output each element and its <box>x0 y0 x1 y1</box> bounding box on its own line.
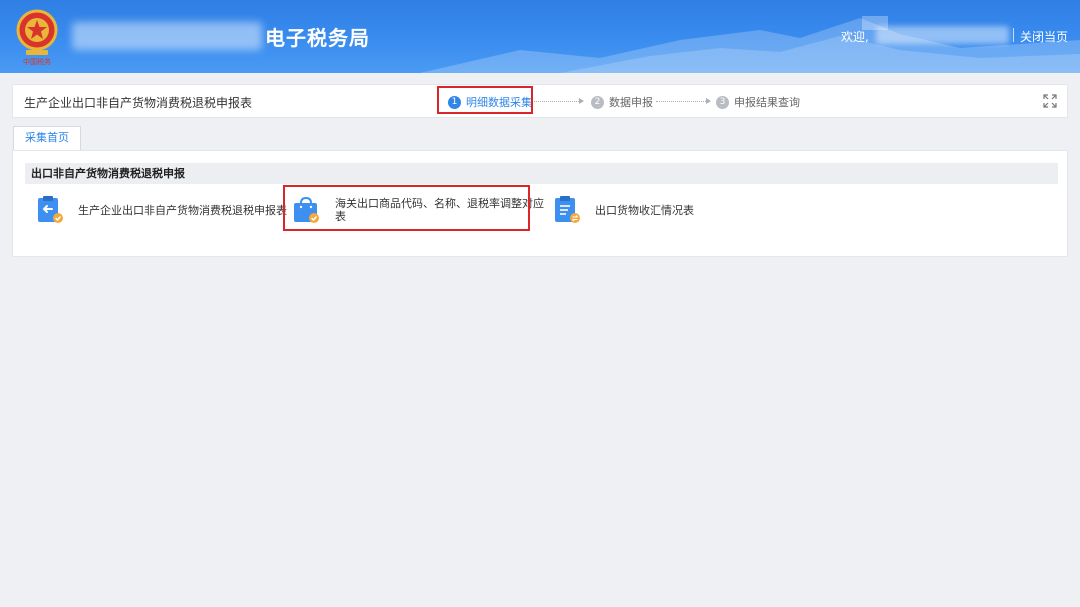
org-name-redacted <box>72 22 262 50</box>
svg-text:中国税务: 中国税务 <box>23 57 51 66</box>
step-bar: 生产企业出口非自产货物消费税退税申报表 1 明细数据采集 2 数据申报 3 申报… <box>12 84 1068 118</box>
tax-emblem-icon: 中国税务 <box>16 9 58 66</box>
step-data-declaration[interactable]: 2 数据申报 <box>591 94 653 110</box>
section-title: 出口非自产货物消费税退税申报 <box>25 163 1058 184</box>
step-connector <box>534 101 579 102</box>
step-arrow-icon <box>706 98 711 104</box>
step-result-query[interactable]: 3 申报结果查询 <box>716 94 800 110</box>
site-title: 电子税务局 <box>265 26 370 50</box>
close-page-link[interactable]: 关闭当页 <box>1020 28 1068 45</box>
tab-collection-home[interactable]: 采集首页 <box>13 126 81 150</box>
item-non-self-produced-goods-declaration[interactable]: 生产企业出口非自产货物消费税退税申报表 <box>35 191 287 231</box>
item-label: 出口货物收汇情况表 <box>595 204 694 217</box>
clipboard-exchange-icon <box>555 196 580 223</box>
item-export-receipts-status[interactable]: 出口货物收汇情况表 <box>552 191 732 231</box>
fullscreen-expand-icon[interactable] <box>1043 94 1057 108</box>
item-highlight-box <box>283 185 530 231</box>
step-highlight-box <box>437 86 533 114</box>
item-label: 生产企业出口非自产货物消费税退税申报表 <box>78 204 287 217</box>
form-title: 生产企业出口非自产货物消费税退税申报表 <box>24 96 253 110</box>
top-header: 中国税务 电子税务局 欢迎, 关闭当页 <box>0 0 1080 73</box>
step-number: 3 <box>716 95 729 109</box>
step-connector <box>656 101 706 102</box>
step-arrow-icon <box>579 98 584 104</box>
step-number: 2 <box>591 95 604 109</box>
username-redacted <box>876 26 1009 44</box>
collection-panel: 出口非自产货物消费税退税申报 生产企业出口非自产货物消费税退税申报表 海关出口商… <box>12 150 1068 257</box>
clipboard-return-icon <box>38 196 63 223</box>
step-label: 申报结果查询 <box>734 96 800 109</box>
step-label: 数据申报 <box>609 96 653 109</box>
welcome-text: 欢迎, <box>841 30 869 44</box>
header-divider <box>1013 28 1014 42</box>
